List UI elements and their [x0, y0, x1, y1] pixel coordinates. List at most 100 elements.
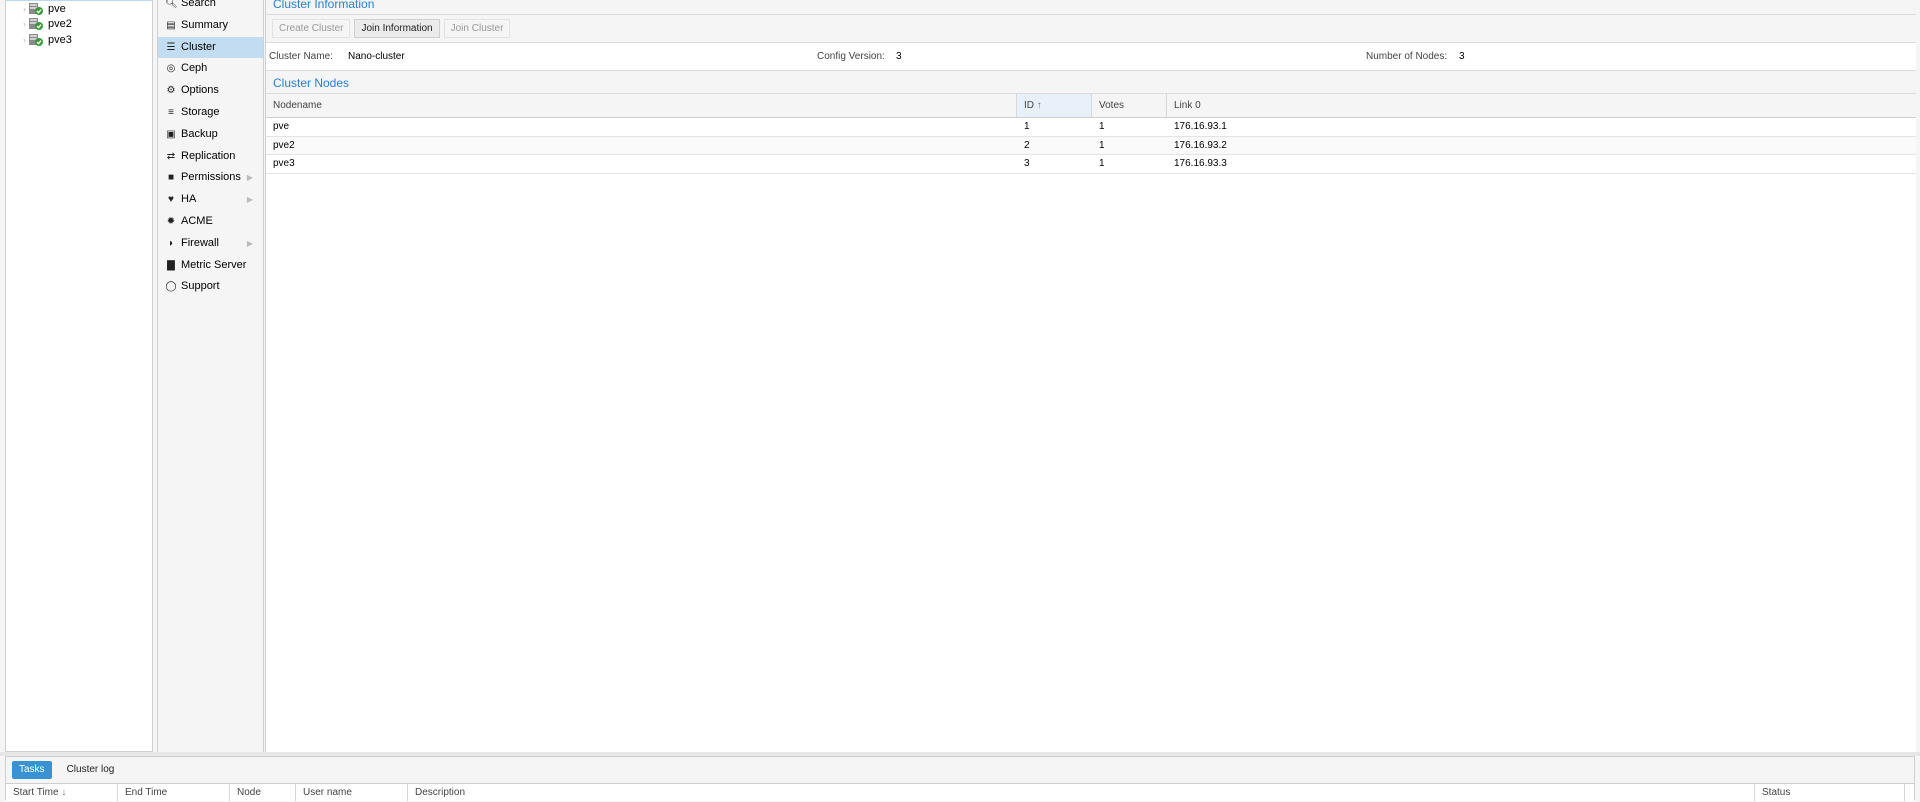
submenu-arrow-icon: ▶ — [246, 173, 253, 183]
cluster-info-row: Cluster Name: Nano-cluster Config Versio… — [266, 43, 1916, 70]
column-label: Status — [1762, 787, 1791, 798]
list-icon: ☰ — [166, 41, 176, 53]
unlock-icon: ■ — [167, 172, 175, 184]
cluster-panel: Cluster Information Create Cluster Join … — [265, 0, 1916, 752]
menu-item-label: Backup — [181, 127, 218, 140]
certificate-icon: ✹ — [166, 215, 176, 227]
number-of-nodes-label: Number of Nodes: — [1366, 51, 1448, 62]
column-header-id[interactable]: ID ↑ — [1017, 94, 1092, 117]
cluster-name-value: Nano-cluster — [348, 51, 405, 62]
menu-item-support[interactable]: ◯ Support — [158, 276, 263, 298]
cell-id: 3 — [1024, 158, 1030, 169]
table-row[interactable]: pve3 3 1 176.16.93.3 — [266, 155, 1916, 174]
cell-votes: 1 — [1099, 121, 1105, 132]
node-online-icon — [29, 3, 43, 15]
menu-item-metric-server[interactable]: ▇ Metric Server — [158, 255, 263, 277]
menu-item-label: Replication — [181, 149, 236, 162]
column-label: Nodename — [273, 100, 322, 111]
menu-item-ceph[interactable]: ◎ Ceph — [158, 58, 263, 80]
menu-item-permissions[interactable]: ■ Permissions ▶ — [158, 167, 263, 189]
task-log-panel: Tasks Cluster log Start Time ↓ End Time … — [5, 756, 1915, 801]
column-header-description[interactable]: Description — [408, 784, 1755, 801]
menu-item-label: Summary — [181, 18, 229, 31]
cell-nodename: pve3 — [273, 158, 295, 169]
gear-icon: ⚙ — [166, 85, 176, 97]
menu-item-cluster[interactable]: ☰ Cluster — [158, 36, 263, 59]
expand-arrow-icon[interactable]: › — [23, 32, 26, 48]
column-header-user-name[interactable]: User name — [296, 784, 408, 801]
cluster-name-label: Cluster Name: — [269, 51, 333, 62]
log-tabs: Tasks Cluster log — [6, 757, 1914, 783]
menu-item-ha[interactable]: ♥ HA ▶ — [158, 189, 263, 211]
toolbar: Create Cluster Join Information Join Clu… — [266, 15, 1916, 43]
column-label: Node — [237, 787, 261, 798]
column-label: End Time — [125, 787, 168, 798]
column-header-node[interactable]: Node — [230, 784, 296, 801]
menu-item-summary[interactable]: ▤ Summary — [158, 15, 263, 37]
retweet-icon: ⇄ — [166, 150, 176, 162]
tree-node-label: pve2 — [48, 18, 72, 30]
join-information-button[interactable]: Join Information — [354, 19, 440, 38]
column-header-votes[interactable]: Votes — [1092, 94, 1167, 117]
menu-item-storage[interactable]: ≡ Storage — [158, 102, 263, 124]
table-row[interactable]: pve 1 1 176.16.93.1 — [266, 118, 1916, 137]
menu-item-search[interactable]: 🔍︎ Search — [158, 0, 263, 15]
ceph-icon: ◎ — [166, 63, 176, 75]
nodes-grid-header: Nodename ID ↑ Votes Link 0 — [266, 94, 1916, 118]
column-label: Description — [415, 787, 466, 798]
menu-item-options[interactable]: ⚙ Options — [158, 80, 263, 102]
cell-nodename: pve — [273, 121, 290, 132]
cell-nodename: pve2 — [273, 139, 295, 151]
cell-votes: 1 — [1099, 139, 1105, 151]
column-label: Link 0 — [1174, 100, 1201, 111]
expand-arrow-icon[interactable]: › — [23, 1, 26, 17]
menu-item-label: Ceph — [181, 62, 208, 75]
config-version-value: 3 — [896, 51, 902, 62]
database-icon: ≡ — [168, 106, 174, 118]
resource-tree: › pve › pve2 › pve3 — [5, 0, 153, 752]
menu-item-label: Cluster — [181, 40, 216, 53]
cell-votes: 1 — [1099, 158, 1105, 169]
create-cluster-button[interactable]: Create Cluster — [272, 19, 351, 38]
menu-item-label: Permissions — [181, 171, 241, 184]
menu-item-acme[interactable]: ✹ ACME — [158, 211, 263, 233]
shield-icon: ◗ — [167, 237, 175, 249]
tree-node-label: pve — [48, 3, 66, 15]
heartbeat-icon: ♥ — [168, 194, 174, 206]
cell-link0: 176.16.93.1 — [1174, 121, 1227, 132]
menu-item-label: Options — [181, 84, 219, 97]
join-cluster-button[interactable]: Join Cluster — [443, 19, 511, 38]
column-header-nodename[interactable]: Nodename — [266, 94, 1017, 117]
cell-id: 2 — [1024, 139, 1030, 151]
tab-cluster-log[interactable]: Cluster log — [60, 761, 122, 779]
cell-id: 1 — [1024, 121, 1030, 132]
floppy-icon: ▣ — [166, 128, 176, 140]
column-header-end-time[interactable]: End Time — [118, 784, 230, 801]
tasks-grid-header: Start Time ↓ End Time Node User name Des… — [6, 783, 1914, 801]
search-icon: 🔍︎ — [165, 0, 178, 9]
menu-item-firewall[interactable]: ◗ Firewall ▶ — [158, 233, 263, 255]
menu-item-replication[interactable]: ⇄ Replication — [158, 146, 263, 168]
expand-arrow-icon[interactable]: › — [23, 16, 26, 32]
column-label: Start Time — [13, 787, 59, 798]
tree-node-pve[interactable]: › pve — [6, 0, 152, 16]
column-header-status[interactable]: Status — [1755, 784, 1905, 801]
node-online-icon — [29, 34, 43, 46]
column-header-link0[interactable]: Link 0 — [1167, 94, 1917, 117]
menu-item-label: HA — [181, 193, 197, 206]
table-row[interactable]: pve2 2 1 176.16.93.2 — [266, 136, 1916, 155]
number-of-nodes-value: 3 — [1459, 51, 1465, 62]
sort-descending-icon: ↓ — [61, 787, 67, 798]
column-header-start-time[interactable]: Start Time ↓ — [6, 784, 118, 801]
cluster-nodes-title: Cluster Nodes — [266, 70, 1916, 94]
submenu-arrow-icon: ▶ — [246, 195, 253, 205]
submenu-arrow-icon: ▶ — [246, 238, 253, 248]
tree-node-pve3[interactable]: › pve3 — [6, 32, 152, 48]
menu-item-backup[interactable]: ▣ Backup — [158, 124, 263, 146]
tree-node-pve2[interactable]: › pve2 — [6, 16, 152, 32]
menu-item-label: Firewall — [181, 236, 219, 249]
comments-icon: ◯ — [165, 281, 177, 293]
tab-tasks[interactable]: Tasks — [12, 761, 52, 779]
cell-link0: 176.16.93.3 — [1174, 158, 1227, 169]
tree-node-label: pve3 — [48, 34, 72, 46]
